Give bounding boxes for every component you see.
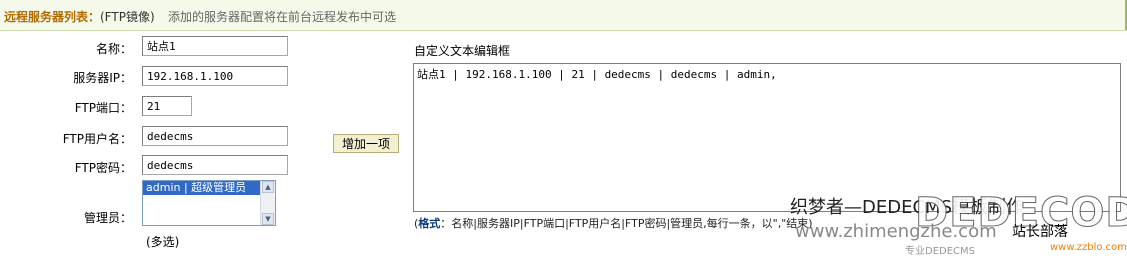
ftp-pass-label: FTP密码： [74, 161, 132, 175]
format-hint: (格式：名称|服务器IP|FTP端口|FTP用户名|FTP密码|管理员,每行一条… [414, 217, 813, 230]
server-ip-label: 服务器IP： [73, 71, 132, 85]
section-description: 添加的服务器配置将在前台远程发布中可选 [168, 10, 397, 24]
format-label: 格式 [418, 217, 441, 230]
section-title: 远程服务器列表： [4, 10, 101, 24]
ftp-user-input[interactable] [142, 126, 288, 146]
watermark-foot: 专业DEDECMS [905, 246, 975, 257]
section-subtitle: (FTP镜像) [100, 10, 155, 24]
watermark-zz: www.zzblo.com [1050, 242, 1127, 253]
ftp-user-label: FTP用户名： [62, 132, 132, 146]
format-text: ：名称|服务器IP|FTP端口|FTP用户名|FTP密码|管理员,每行一条，以"… [440, 217, 813, 230]
scrollbar[interactable]: ▲ ▼ [260, 181, 275, 225]
admin-label: 管理员： [83, 211, 132, 225]
add-item-button[interactable]: 增加一项 [333, 134, 399, 153]
server-ip-input[interactable] [142, 66, 288, 86]
name-label: 名称： [95, 42, 132, 56]
editor-title: 自定义文本编辑框 [414, 44, 511, 58]
ftp-pass-input[interactable] [142, 155, 288, 175]
scroll-up-arrow-icon[interactable]: ▲ [262, 181, 274, 193]
admin-multiselect[interactable]: admin | 超级管理员 ▲ ▼ [142, 180, 276, 226]
name-input[interactable] [142, 36, 288, 56]
ftp-port-input[interactable] [142, 96, 192, 116]
admin-option[interactable]: admin | 超级管理员 [143, 181, 261, 195]
section-header: 远程服务器列表： (FTP镜像) 添加的服务器配置将在前台远程发布中可选 [0, 0, 1127, 31]
ftp-port-label: FTP端口： [74, 101, 132, 115]
multi-select-hint: (多选) [146, 235, 180, 249]
scroll-down-arrow-icon[interactable]: ▼ [262, 213, 274, 225]
watermark-site: 站长部落 [1012, 224, 1068, 240]
watermark-url: www.zhimengzhe.com [795, 221, 997, 242]
